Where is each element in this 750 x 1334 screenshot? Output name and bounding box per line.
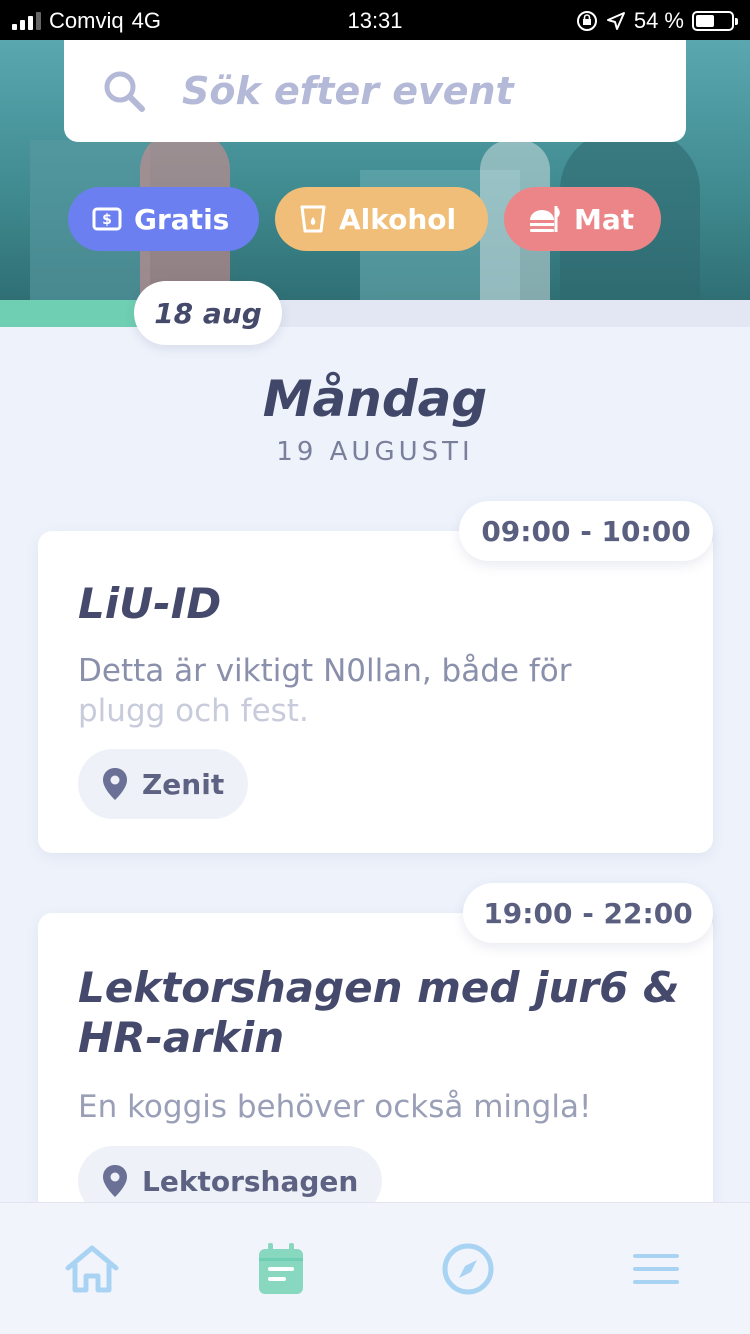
location-tag[interactable]: Zenit [78,749,249,819]
event-description: Detta är viktigt N0llan, både för plugg … [78,653,572,729]
location-pin-icon [103,1165,127,1197]
event-card[interactable]: LiU-ID Detta är viktigt N0llan, både för… [38,531,713,853]
filter-mat[interactable]: Mat [504,187,661,251]
event-title: LiU-ID [78,579,222,628]
battery-icon [692,11,738,31]
day-subtitle: 19 AUGUSTI [276,437,474,467]
event-title: Lektorshagen med jur6 & HR-arkin [78,963,680,1062]
day-title: Måndag [262,370,488,428]
drink-icon [300,205,326,233]
search-placeholder[interactable]: Sök efter event [182,69,514,113]
filter-gratis[interactable]: $ Gratis [68,187,259,251]
event-time: 19:00 - 22:00 [463,883,713,943]
tab-bar [0,1202,750,1334]
compass-icon [442,1243,494,1295]
rotation-lock-icon [576,11,597,31]
date-progress-bar [0,300,750,327]
date-pill[interactable]: 18 aug [134,281,282,345]
tab-calendar[interactable] [251,1239,311,1299]
tab-menu[interactable] [626,1239,686,1299]
menu-icon [633,1254,679,1284]
filter-gratis-label: Gratis [134,202,230,236]
location-arrow-icon [606,12,625,30]
event-time: 09:00 - 10:00 [459,501,713,561]
event-card[interactable]: Lektorshagen med jur6 & HR-arkin En kogg… [38,913,713,1233]
status-bar: Comviq 4G 13:31 54 % [0,0,750,40]
battery-percent: 54 % [633,8,684,33]
location-pin-icon [103,768,127,800]
food-icon [530,206,560,232]
search-icon [104,71,145,112]
tab-home[interactable] [62,1239,122,1299]
money-icon: $ [92,207,122,231]
location-label: Zenit [142,767,225,801]
filter-chips: $ Gratis Alkohol Mat [68,187,661,251]
filter-alkohol-label: Alkohol [339,202,457,236]
filter-mat-label: Mat [574,202,635,236]
tab-explore[interactable] [438,1239,498,1299]
calendar-icon [259,1243,303,1294]
filter-alkohol[interactable]: Alkohol [275,187,488,251]
status-right: 54 % [576,8,738,34]
search-bar[interactable]: Sök efter event [64,40,686,142]
location-label: Lektorshagen [142,1164,359,1198]
event-description: En koggis behöver också mingla! [78,1089,592,1125]
svg-text:$: $ [102,212,112,228]
home-icon [65,1245,119,1293]
